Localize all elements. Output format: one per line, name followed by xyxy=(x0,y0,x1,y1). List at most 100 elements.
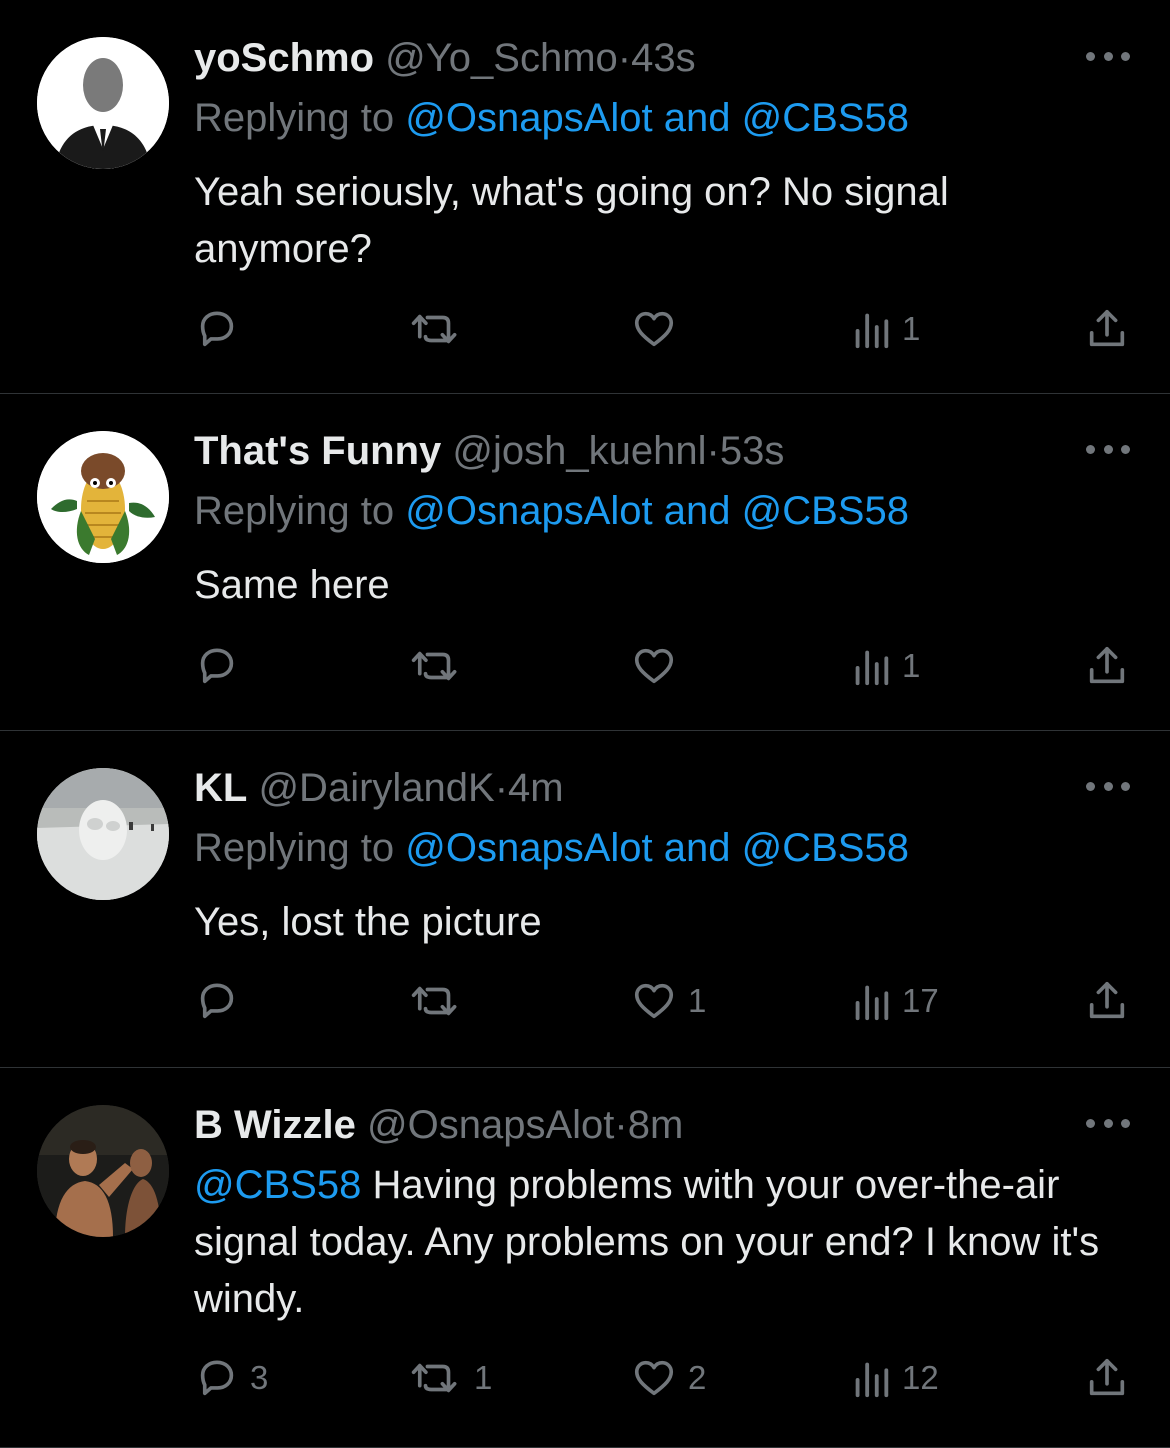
tweet[interactable]: That's Funny @josh_kuehnl·53s Replying t… xyxy=(0,393,1170,731)
replying-to: Replying to @OsnapsAlot and @CBS58 xyxy=(194,487,909,535)
tweet-header: That's Funny @josh_kuehnl·53s xyxy=(194,427,784,475)
avatar[interactable] xyxy=(37,37,169,169)
tweet-header: KL @DairylandK·4m xyxy=(194,764,564,812)
timestamp[interactable]: 4m xyxy=(508,766,564,810)
user-handle[interactable]: @OsnapsAlot xyxy=(367,1103,614,1147)
tweet-text: Yeah seriously, what's going on? No sign… xyxy=(194,170,949,271)
like-icon xyxy=(634,1360,674,1396)
view-count: 12 xyxy=(902,1359,939,1396)
fighter-photo-icon xyxy=(37,1105,169,1237)
replying-to: Replying to @OsnapsAlot and @CBS58 xyxy=(194,94,909,142)
views-icon xyxy=(855,1362,889,1398)
more-icon-dot xyxy=(1086,444,1095,454)
action-bar: 1 xyxy=(0,304,1170,354)
more-icon-dot xyxy=(1121,1118,1130,1128)
action-bar: 3 1 2 12 xyxy=(0,1353,1170,1403)
retweet-icon xyxy=(411,1363,457,1393)
reply-button[interactable] xyxy=(194,641,250,691)
tweet[interactable]: yoSchmo @Yo_Schmo·43s Replying to @Osnap… xyxy=(0,0,1170,394)
action-bar: 1 xyxy=(0,641,1170,691)
share-button[interactable] xyxy=(1084,1353,1130,1403)
like-button[interactable]: 2 xyxy=(630,1353,706,1403)
replying-to: Replying to @OsnapsAlot and @CBS58 xyxy=(194,824,909,872)
mention-link[interactable]: @CBS58 xyxy=(194,1163,361,1207)
like-icon xyxy=(634,648,674,684)
action-bar: 1 17 xyxy=(0,976,1170,1026)
avatar[interactable] xyxy=(37,431,169,563)
retweet-icon xyxy=(411,651,457,681)
replying-to-link[interactable]: @OsnapsAlot and @CBS58 xyxy=(405,96,909,140)
views-button[interactable]: 17 xyxy=(850,976,939,1026)
tweet-text: @CBS58 Having problems with your over-th… xyxy=(194,1157,1134,1328)
replying-prefix: Replying to xyxy=(194,96,395,140)
more-button[interactable] xyxy=(1086,439,1130,459)
user-handle[interactable]: @DairylandK xyxy=(258,766,494,810)
tweet-header: yoSchmo @Yo_Schmo·43s xyxy=(194,34,696,82)
timestamp[interactable]: 53s xyxy=(720,429,785,473)
share-button[interactable] xyxy=(1084,304,1130,354)
replying-to-link[interactable]: @OsnapsAlot and @CBS58 xyxy=(405,826,909,870)
timestamp[interactable]: 43s xyxy=(631,36,696,80)
view-count: 1 xyxy=(902,647,921,684)
views-icon xyxy=(855,985,889,1021)
reply-button[interactable] xyxy=(194,976,250,1026)
like-count: 1 xyxy=(688,982,707,1019)
retweet-button[interactable] xyxy=(410,976,474,1026)
views-button[interactable]: 12 xyxy=(850,1353,939,1403)
user-handle[interactable]: @Yo_Schmo xyxy=(385,36,618,80)
more-icon-dot xyxy=(1103,1118,1113,1128)
separator-dot: · xyxy=(614,1103,628,1147)
retweet-button[interactable] xyxy=(410,304,474,354)
user-handle[interactable]: @josh_kuehnl xyxy=(452,429,706,473)
tweet-header: B Wizzle @OsnapsAlot·8m xyxy=(194,1101,683,1149)
share-icon xyxy=(1089,646,1125,684)
views-button[interactable]: 1 xyxy=(850,641,920,691)
more-button[interactable] xyxy=(1086,776,1130,796)
view-count: 1 xyxy=(902,310,921,347)
avatar[interactable] xyxy=(37,768,169,900)
views-button[interactable]: 1 xyxy=(850,304,920,354)
separator-dot: · xyxy=(617,36,632,80)
retweet-button[interactable] xyxy=(410,641,474,691)
replying-prefix: Replying to xyxy=(194,489,395,533)
view-count: 17 xyxy=(902,982,939,1019)
replying-prefix: Replying to xyxy=(194,826,395,870)
avatar[interactable] xyxy=(37,1105,169,1237)
more-icon-dot xyxy=(1103,444,1113,454)
more-icon-dot xyxy=(1103,781,1113,791)
more-icon-dot xyxy=(1103,51,1113,61)
replying-to-link[interactable]: @OsnapsAlot and @CBS58 xyxy=(405,489,909,533)
like-button[interactable] xyxy=(630,641,688,691)
reply-icon xyxy=(200,983,234,1019)
reply-icon xyxy=(200,311,234,347)
timestamp[interactable]: 8m xyxy=(628,1103,684,1147)
more-button[interactable] xyxy=(1086,1113,1130,1133)
like-button[interactable]: 1 xyxy=(630,976,706,1026)
views-icon xyxy=(855,313,889,349)
person-silhouette-icon xyxy=(37,37,169,169)
retweet-count: 1 xyxy=(474,1359,493,1396)
retweet-button[interactable]: 1 xyxy=(410,1353,492,1403)
display-name[interactable]: KL xyxy=(194,766,247,810)
retweet-icon xyxy=(411,314,457,344)
more-button[interactable] xyxy=(1086,46,1130,66)
display-name[interactable]: That's Funny xyxy=(194,429,441,473)
display-name[interactable]: yoSchmo xyxy=(194,36,374,80)
like-icon xyxy=(634,311,674,347)
more-icon-dot xyxy=(1121,444,1130,454)
more-icon-dot xyxy=(1121,51,1130,61)
retweet-icon xyxy=(411,986,457,1016)
like-button[interactable] xyxy=(630,304,688,354)
reply-button[interactable]: 3 xyxy=(194,1353,268,1403)
share-button[interactable] xyxy=(1084,976,1130,1026)
tweet-text: Yes, lost the picture xyxy=(194,900,542,944)
share-button[interactable] xyxy=(1084,641,1130,691)
share-icon xyxy=(1089,981,1125,1019)
like-count: 2 xyxy=(688,1359,707,1396)
tweet[interactable]: KL @DairylandK·4m Replying to @OsnapsAlo… xyxy=(0,730,1170,1068)
more-icon-dot xyxy=(1086,781,1095,791)
like-icon xyxy=(634,983,674,1019)
tweet[interactable]: B Wizzle @OsnapsAlot·8m @CBS58 Having pr… xyxy=(0,1067,1170,1448)
display-name[interactable]: B Wizzle xyxy=(194,1103,356,1147)
reply-button[interactable] xyxy=(194,304,250,354)
